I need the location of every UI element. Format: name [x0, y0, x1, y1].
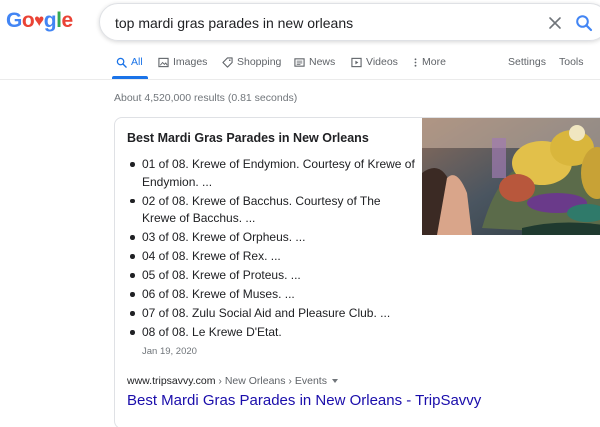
tab-label: Shopping: [237, 56, 282, 68]
list-item: 02 of 08. Krewe of Bacchus. Courtesy of …: [127, 193, 417, 228]
search-input[interactable]: [115, 13, 515, 33]
list-item: 04 of 08. Krewe of Rex. ...: [127, 248, 417, 266]
tab-label: Videos: [366, 56, 398, 68]
tab-label: All: [131, 56, 143, 68]
chevron-down-icon[interactable]: [331, 379, 338, 384]
snippet-list: 01 of 08. Krewe of Endymion. Courtesy of…: [127, 156, 417, 343]
logo-letter: e: [61, 9, 73, 32]
tab-images[interactable]: Images: [158, 56, 207, 68]
result-link-title[interactable]: Best Mardi Gras Parades in New Orleans -…: [127, 392, 481, 409]
featured-snippet: Best Mardi Gras Parades in New Orleans 0…: [114, 117, 600, 427]
cite-breadcrumb: › New Orleans › Events: [215, 375, 327, 387]
list-item: 06 of 08. Krewe of Muses. ...: [127, 286, 417, 304]
tabs-divider: [0, 79, 600, 80]
list-item: 05 of 08. Krewe of Proteus. ...: [127, 267, 417, 285]
logo-heart-icon: ♥: [34, 11, 44, 30]
result-cite[interactable]: www.tripsavvy.com › New Orleans › Events: [127, 375, 338, 387]
tab-videos[interactable]: Videos: [351, 56, 398, 68]
tab-more[interactable]: More: [413, 56, 446, 68]
list-item: 08 of 08. Le Krewe D'Etat.: [127, 324, 417, 342]
logo-letter: g: [43, 9, 57, 32]
google-logo[interactable]: Go♥gle: [6, 9, 73, 33]
logo-letter: G: [6, 9, 22, 32]
search-icon: [116, 57, 127, 68]
tab-news[interactable]: News: [294, 56, 335, 68]
settings-link[interactable]: Settings: [508, 56, 546, 68]
tag-icon: [222, 56, 233, 68]
more-vert-icon: [414, 57, 417, 67]
result-stats: About 4,520,000 results (0.81 seconds): [114, 92, 298, 104]
image-icon: [158, 57, 169, 67]
snippet-thumbnail[interactable]: [422, 118, 600, 235]
snippet-date: Jan 19, 2020: [142, 346, 197, 357]
search-box[interactable]: [99, 3, 600, 41]
search-icon[interactable]: [575, 14, 593, 32]
tab-label: Images: [173, 56, 208, 68]
snippet-title: Best Mardi Gras Parades in New Orleans: [127, 131, 369, 145]
tab-all[interactable]: All: [116, 56, 143, 68]
tab-shopping[interactable]: Shopping: [222, 56, 281, 68]
tools-link[interactable]: Tools: [559, 56, 584, 68]
play-icon: [351, 57, 362, 67]
tab-label: News: [309, 56, 336, 68]
news-icon: [294, 57, 305, 67]
list-item: 01 of 08. Krewe of Endymion. Courtesy of…: [127, 156, 417, 191]
list-item: 07 of 08. Zulu Social Aid and Pleasure C…: [127, 305, 417, 323]
close-icon[interactable]: [547, 15, 563, 31]
cite-domain: www.tripsavvy.com: [127, 375, 216, 387]
tab-label: More: [422, 56, 446, 68]
list-item: 03 of 08. Krewe of Orpheus. ...: [127, 229, 417, 247]
logo-letter: o: [21, 9, 35, 32]
